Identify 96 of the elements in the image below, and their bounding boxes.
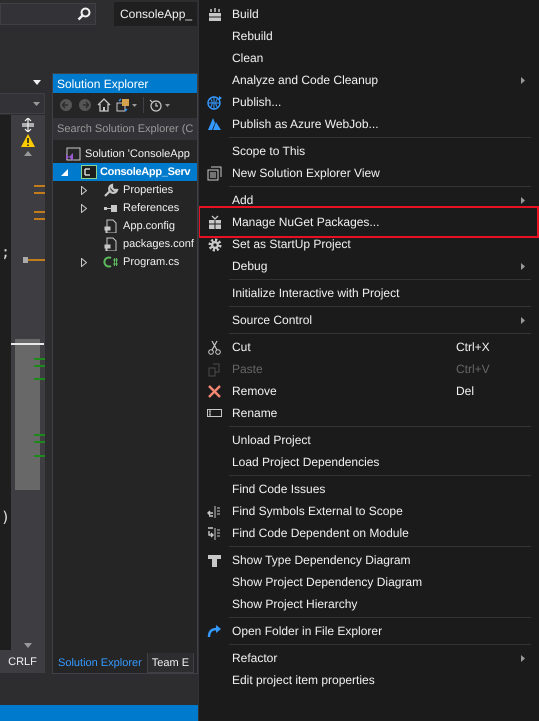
submenu-arrow-icon bbox=[521, 196, 525, 204]
submenu-arrow-icon bbox=[521, 316, 525, 324]
menu-item[interactable]: Rebuild bbox=[199, 25, 539, 47]
remove-icon bbox=[206, 384, 222, 398]
scroll-down-icon[interactable] bbox=[24, 643, 32, 648]
gear-icon bbox=[206, 236, 222, 252]
change-mark bbox=[34, 365, 45, 367]
triangle-icon bbox=[206, 116, 222, 132]
build-icon bbox=[206, 6, 222, 22]
redo-arrow-icon bbox=[206, 624, 222, 638]
expand-arrow-icon[interactable] bbox=[81, 258, 87, 266]
dropdown-arrow-icon[interactable] bbox=[33, 80, 41, 85]
tree-item[interactable]: Properties bbox=[53, 181, 197, 199]
menu-item[interactable]: Rename bbox=[199, 402, 539, 424]
menu-item[interactable]: Clean bbox=[199, 47, 539, 69]
menu-item[interactable]: Scope to This bbox=[199, 140, 539, 162]
split-icon[interactable] bbox=[21, 118, 35, 132]
menu-item[interactable]: Edit project item properties bbox=[199, 669, 539, 691]
expand-arrow-icon[interactable] bbox=[81, 186, 87, 194]
panel-tab[interactable]: Team E bbox=[146, 653, 194, 673]
menu-item[interactable]: Remove Del bbox=[199, 380, 539, 402]
menu-item[interactable]: Unload Project bbox=[199, 429, 539, 451]
collapse-arrow-icon[interactable] bbox=[60, 168, 68, 176]
menu-item[interactable]: Open Folder in File Explorer bbox=[199, 620, 539, 642]
project-field[interactable]: ConsoleApp_ bbox=[114, 2, 197, 26]
menu-item[interactable]: Show Project Hierarchy bbox=[199, 593, 539, 615]
history-icon[interactable] bbox=[149, 98, 171, 112]
code-text: ) bbox=[1, 509, 10, 525]
menu-item[interactable]: Show Type Dependency Diagram bbox=[199, 549, 539, 571]
change-mark bbox=[34, 192, 45, 194]
search-field[interactable]: Search Solution Explorer (C bbox=[53, 118, 197, 140]
menu-item[interactable]: Build bbox=[199, 3, 539, 25]
change-mark bbox=[34, 211, 45, 213]
tree-item[interactable]: packages.conf bbox=[53, 235, 197, 253]
menu-item[interactable]: Load Project Dependencies bbox=[199, 451, 539, 473]
scroll-thumb[interactable] bbox=[15, 339, 40, 490]
sync-icon[interactable] bbox=[116, 98, 138, 112]
scroll-up-icon[interactable] bbox=[24, 151, 32, 156]
clipboard-icon bbox=[206, 362, 222, 376]
menu-item[interactable]: Manage NuGet Packages... bbox=[199, 206, 539, 238]
tree-item[interactable]: App.config bbox=[53, 217, 197, 235]
menu-item[interactable]: Publish as Azure WebJob... bbox=[199, 113, 539, 135]
solution-icon bbox=[65, 147, 81, 161]
window-icon bbox=[206, 166, 222, 180]
menu-item[interactable]: Refactor bbox=[199, 647, 539, 669]
change-mark bbox=[34, 441, 45, 443]
warning-icon bbox=[21, 134, 35, 147]
scissors-icon bbox=[206, 340, 222, 354]
change-mark bbox=[34, 358, 45, 360]
menu-item[interactable]: Publish... bbox=[199, 91, 539, 113]
config-file-icon bbox=[103, 219, 119, 233]
search-icon[interactable] bbox=[77, 7, 91, 21]
project-icon bbox=[81, 165, 97, 179]
expand-arrow-icon[interactable] bbox=[81, 204, 87, 212]
line-ending-label[interactable]: CRLF bbox=[0, 650, 45, 673]
menu-item[interactable]: Cut Ctrl+X bbox=[199, 336, 539, 358]
shortcut-label: Ctrl+X bbox=[456, 340, 490, 354]
menu-item[interactable]: Find Code Dependent on Module bbox=[199, 522, 539, 544]
submenu-arrow-icon bbox=[521, 654, 525, 662]
shortcut-label: Del bbox=[456, 384, 474, 398]
globe-icon bbox=[206, 94, 222, 110]
shortcut-label: Ctrl+V bbox=[456, 362, 490, 376]
menu-item[interactable]: Find Code Issues bbox=[199, 478, 539, 500]
breakpoint-mark-icon bbox=[23, 257, 45, 263]
config-file-icon bbox=[103, 237, 119, 251]
submenu-arrow-icon bbox=[521, 262, 525, 270]
change-mark bbox=[34, 185, 45, 187]
diagram-icon bbox=[206, 552, 222, 568]
tree-item[interactable]: References bbox=[53, 199, 197, 217]
module-arrow-icon bbox=[206, 526, 222, 540]
menu-item[interactable]: New Solution Explorer View bbox=[199, 162, 539, 184]
search-field[interactable] bbox=[0, 3, 96, 25]
change-mark bbox=[34, 434, 45, 436]
menu-item[interactable]: Analyze and Code Cleanup bbox=[199, 69, 539, 91]
change-mark bbox=[34, 218, 45, 220]
tree-item[interactable]: ConsoleApp_Serv bbox=[53, 163, 197, 181]
tree-item[interactable]: Solution 'ConsoleApp bbox=[53, 145, 197, 163]
caret-icon bbox=[33, 102, 40, 106]
menu-item[interactable]: Source Control bbox=[199, 309, 539, 331]
csharp-file-icon bbox=[103, 255, 119, 269]
dropdown-field[interactable] bbox=[0, 93, 45, 114]
menu-item[interactable]: Initialize Interactive with Project bbox=[199, 282, 539, 304]
change-mark bbox=[34, 455, 45, 457]
caret-position-line bbox=[11, 343, 44, 345]
change-mark bbox=[34, 378, 45, 380]
properties-icon bbox=[103, 183, 119, 197]
menu-item[interactable]: Show Project Dependency Diagram bbox=[199, 571, 539, 593]
submenu-arrow-icon bbox=[521, 76, 525, 84]
panel-title: Solution Explorer bbox=[53, 74, 197, 93]
scope-arrow-icon bbox=[206, 504, 222, 518]
tree-item[interactable]: Program.cs bbox=[53, 253, 197, 271]
home-icon[interactable] bbox=[97, 98, 111, 112]
code-text: ; bbox=[1, 244, 10, 260]
menu-item[interactable]: Find Symbols External to Scope bbox=[199, 500, 539, 522]
package-icon bbox=[207, 214, 222, 230]
menu-item[interactable]: Debug bbox=[199, 255, 539, 277]
